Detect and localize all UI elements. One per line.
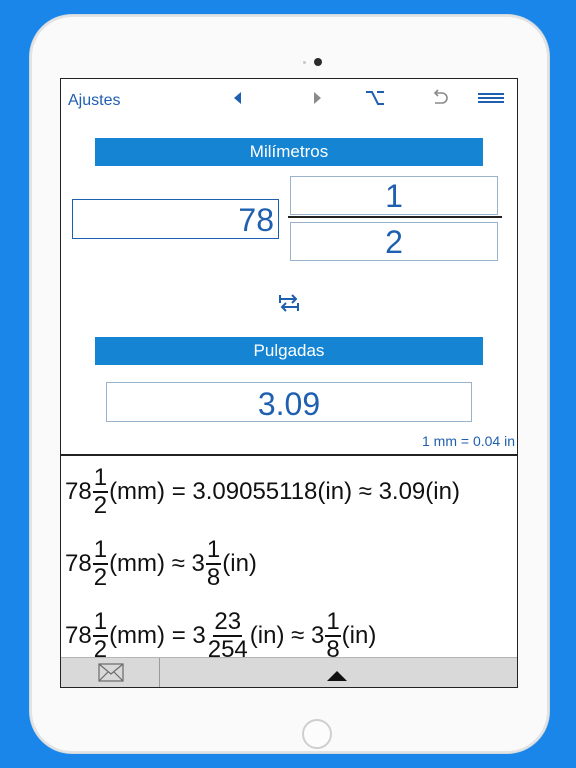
whole-part: 78 (65, 622, 92, 649)
denominator-input[interactable]: 2 (290, 222, 498, 261)
equation-text: (in) (341, 622, 377, 649)
equation-text: (mm) ≈ 3 (109, 550, 205, 577)
whole-part: 78 (65, 550, 92, 577)
denominator: 8 (206, 564, 221, 591)
sensor (303, 61, 306, 64)
app-screen: Ajustes Milímetros 78 1 2 Pulgadas 3.09 … (60, 78, 518, 688)
whole-number-input[interactable]: 78 (72, 199, 279, 239)
navigation-bar: Ajustes (61, 79, 517, 123)
home-button[interactable] (302, 719, 332, 749)
numerator: 1 (92, 464, 109, 493)
whole-part: 78 (65, 478, 92, 505)
denominator: 2 (93, 564, 108, 591)
equation-text: (in) ≈ 3 (249, 622, 325, 649)
settings-button[interactable]: Ajustes (68, 92, 120, 110)
fraction: 1 2 (92, 536, 109, 591)
from-unit-selector[interactable]: Milímetros (95, 138, 483, 166)
equation-text: (mm) = 3 (109, 622, 206, 649)
bottom-toolbar (61, 657, 517, 687)
fraction: 23 254 (207, 609, 249, 663)
mail-button[interactable] (61, 658, 160, 687)
numerator: 23 (213, 608, 243, 637)
equation-text: (in) (222, 550, 257, 577)
fraction-bar (288, 216, 502, 218)
to-unit-selector[interactable]: Pulgadas (95, 337, 483, 365)
result-row-eighths: 78 1 2 (mm) ≈ 3 1 8 (in) (65, 528, 257, 600)
option-key-icon[interactable] (362, 87, 388, 109)
fraction: 1 8 (325, 608, 341, 663)
expand-up-icon[interactable] (326, 669, 348, 687)
fraction: 1 2 (92, 608, 109, 663)
mail-icon (98, 663, 124, 682)
fraction: 1 2 (92, 464, 109, 519)
forward-arrow-icon[interactable] (305, 87, 331, 109)
result-row-exact: 78 1 2 (mm) = 3.09055118(in) ≈ 3.09(in) (65, 456, 460, 528)
menu-icon[interactable] (477, 87, 504, 109)
camera (314, 58, 322, 66)
fraction: 1 8 (205, 536, 222, 591)
conversion-ratio: 1 mm = 0.04 in (422, 433, 515, 449)
numerator: 1 (92, 536, 109, 565)
swap-icon[interactable] (277, 292, 301, 314)
numerator-input[interactable]: 1 (290, 176, 498, 215)
numerator: 1 (325, 608, 341, 637)
undo-icon[interactable] (427, 87, 453, 109)
back-arrow-icon[interactable] (225, 87, 251, 109)
numerator: 1 (205, 536, 222, 565)
equation-text: (mm) = 3.09055118(in) ≈ 3.09(in) (109, 478, 460, 505)
denominator: 2 (93, 492, 108, 519)
numerator: 1 (92, 608, 109, 637)
result-output: 3.09 (106, 382, 472, 422)
